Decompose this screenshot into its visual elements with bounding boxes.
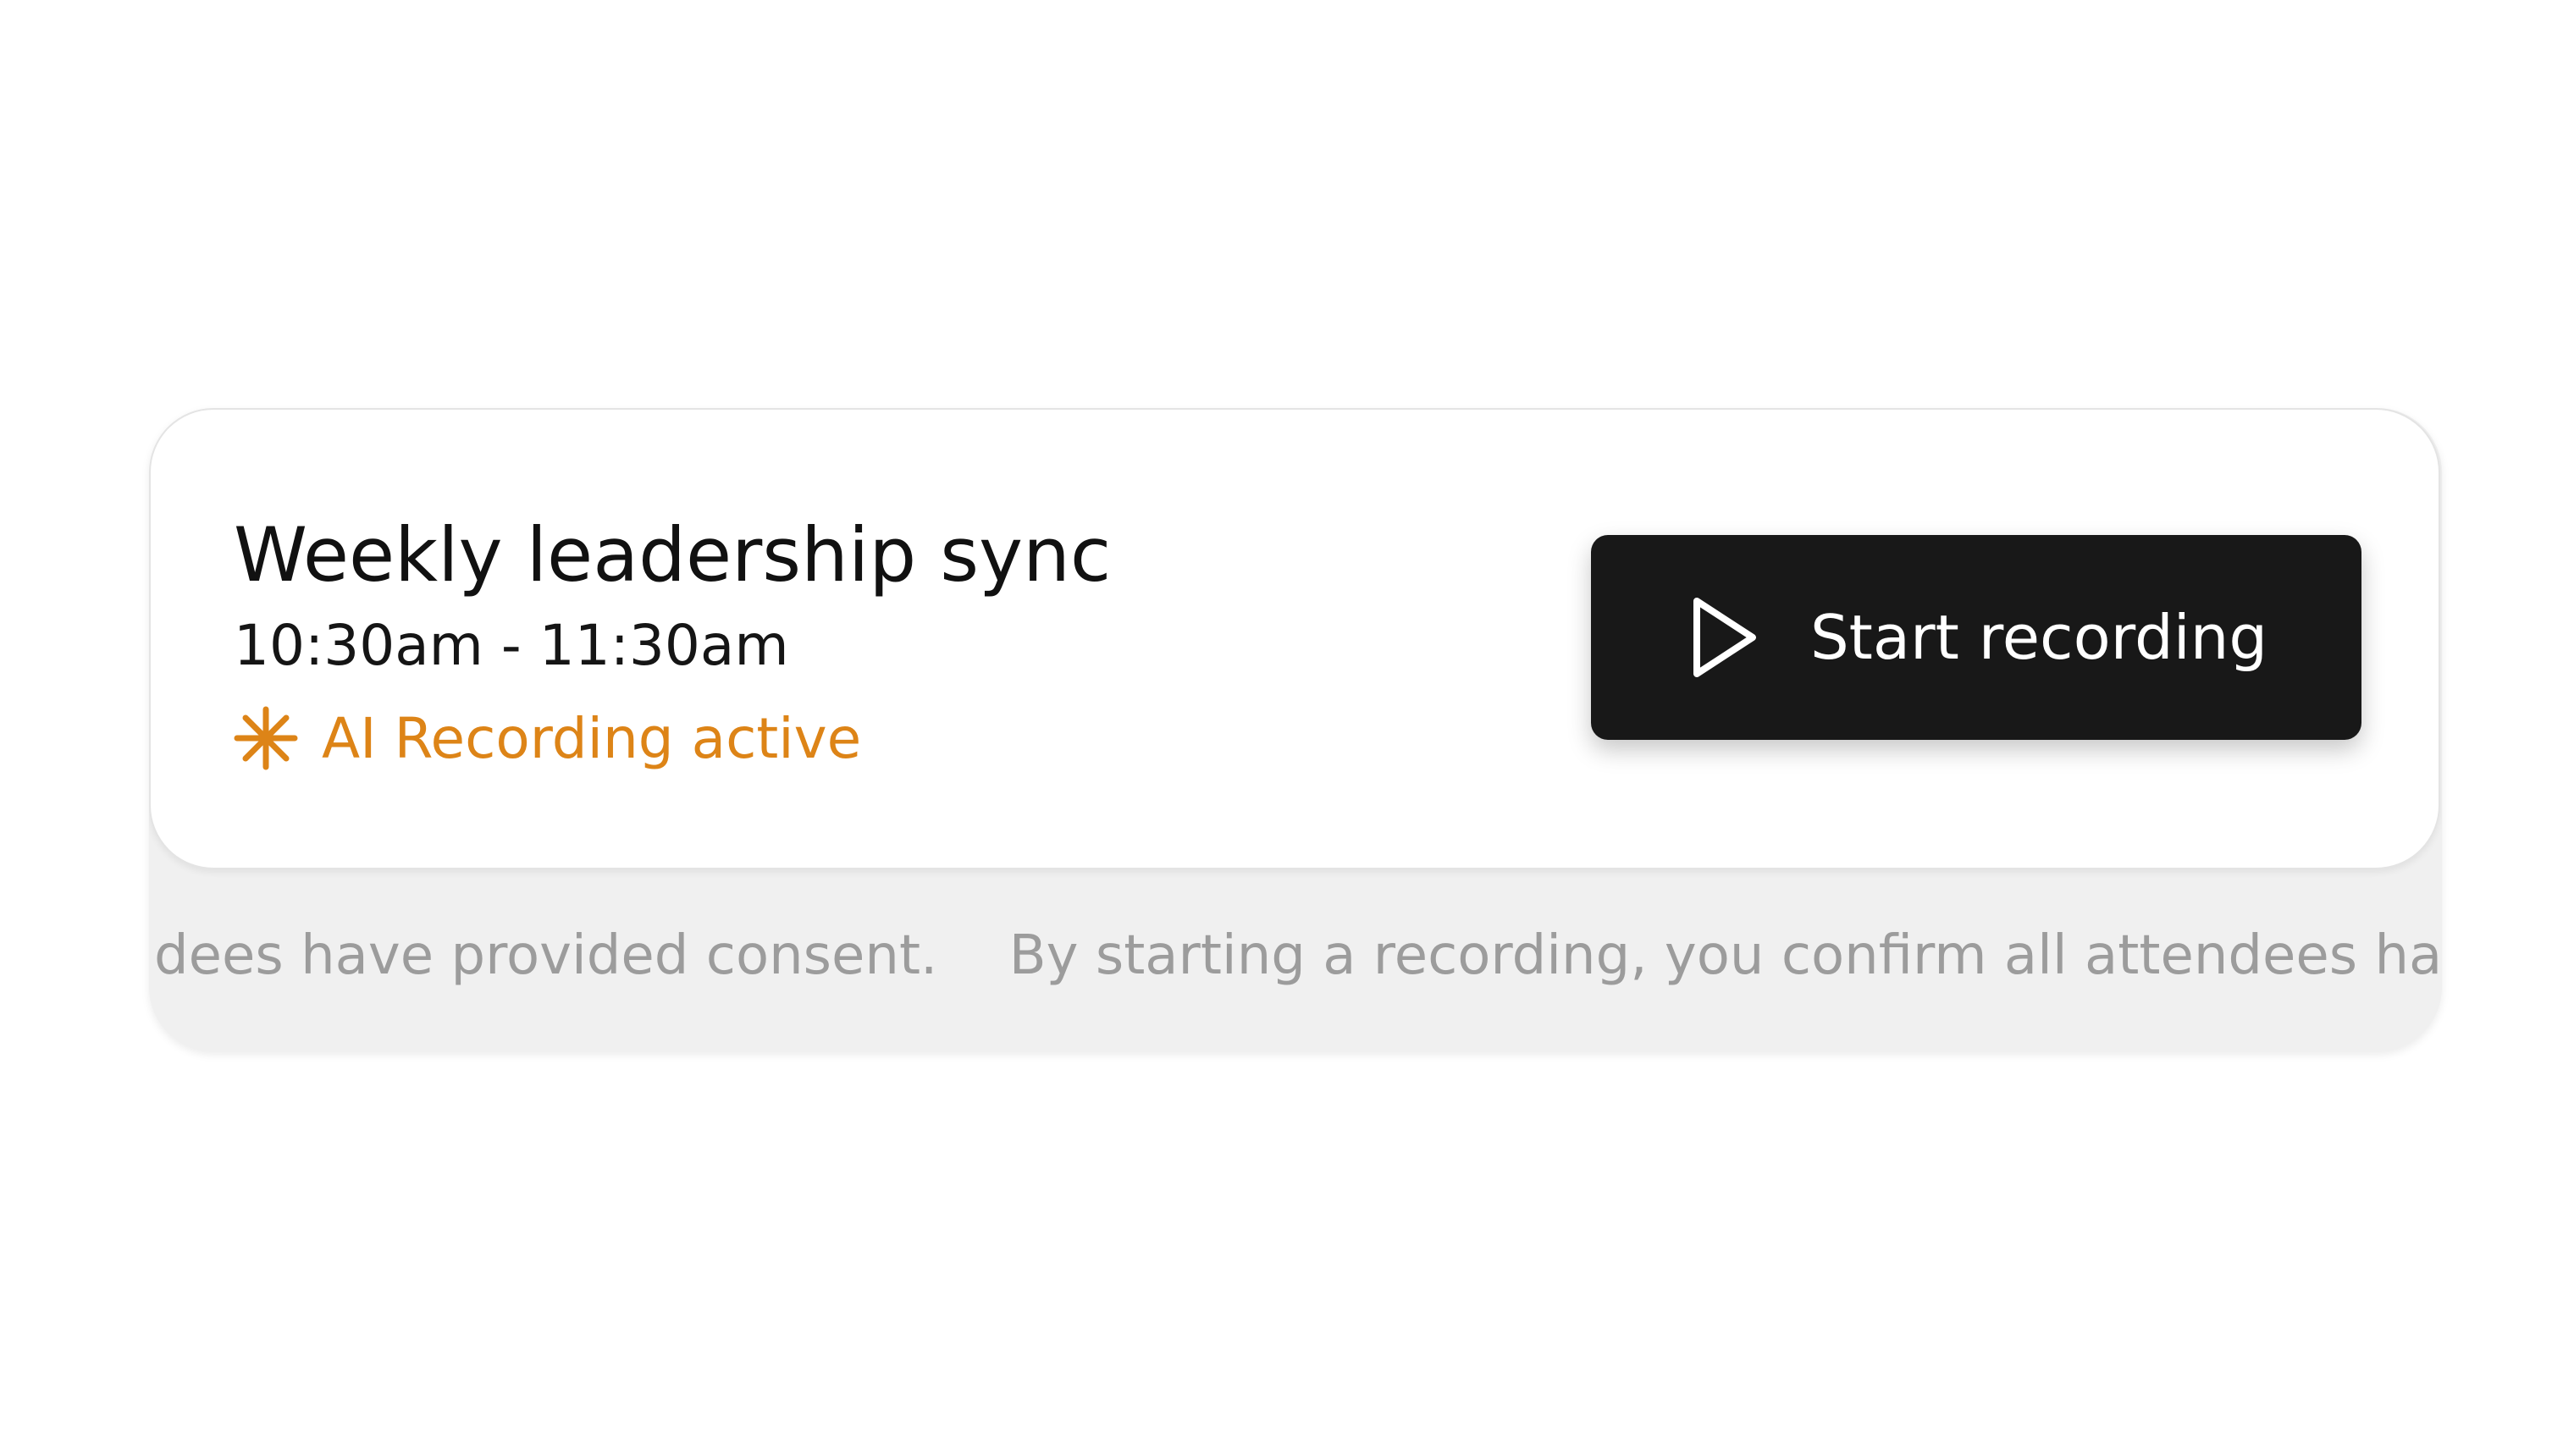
meeting-time: 10:30am - 11:30am bbox=[234, 613, 789, 678]
consent-text-start: dees have provided consent. bbox=[154, 924, 938, 987]
meeting-card-main: Weekly leadership sync 10:30am - 11:30am… bbox=[149, 408, 2440, 869]
recording-status: AI Recording active bbox=[232, 703, 861, 774]
meeting-card: Weekly leadership sync 10:30am - 11:30am… bbox=[149, 408, 2442, 1051]
start-recording-label: Start recording bbox=[1809, 602, 2268, 673]
consent-text-end: By starting a recording, you confirm all… bbox=[1008, 924, 2440, 987]
start-recording-button[interactable]: Start recording bbox=[1591, 535, 2361, 740]
recording-status-label: AI Recording active bbox=[322, 705, 862, 771]
consent-marquee: dees have provided consent. By starting … bbox=[149, 869, 2440, 1051]
page: Weekly leadership sync 10:30am - 11:30am… bbox=[0, 0, 2574, 1456]
play-icon bbox=[1693, 598, 1756, 677]
consent-text: dees have provided consent. By starting … bbox=[154, 924, 2440, 988]
meeting-title: Weekly leadership sync bbox=[234, 511, 1112, 598]
spark-icon bbox=[234, 706, 298, 770]
